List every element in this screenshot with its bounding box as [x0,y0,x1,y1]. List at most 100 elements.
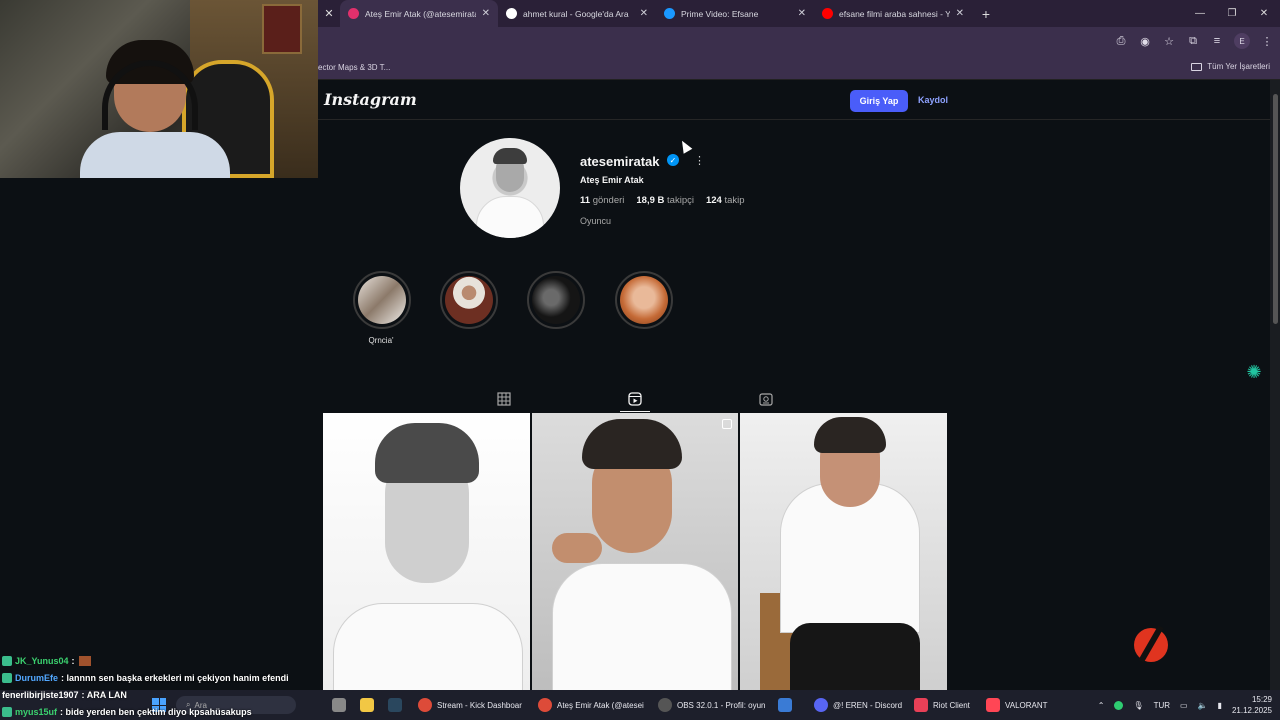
post-thumbnail[interactable] [531,413,739,690]
grid-icon [497,392,511,406]
chat-text: : lannnn sen başka erkekleri mi çekiyon … [61,672,289,683]
prime-video-favicon-icon [664,8,675,19]
story-highlight[interactable] [527,271,585,329]
browser-tab-bar: ✕ Ateş Emir Atak (@atesemiratak) ✕ ahmet… [318,0,1280,27]
close-icon[interactable]: ✕ [640,8,648,19]
login-button[interactable]: Giriş Yap [850,90,908,112]
network-icon[interactable]: ▭ [1180,701,1188,710]
taskbar-app-obs[interactable]: OBS 32.0.1 - Profil: oyun [658,696,766,714]
taskbar-app-valorant[interactable]: VALORANT [986,696,1048,714]
minimize-icon[interactable]: — [1184,0,1216,27]
eye-off-icon[interactable]: ◉ [1138,33,1152,49]
all-bookmarks-button[interactable]: Tüm Yer İşaretleri [1191,62,1270,71]
bookmark-star-icon[interactable]: ☆ [1162,33,1176,49]
bookmarks-bar: ector Maps & 3D T... Tüm Yer İşaretleri [318,57,1280,80]
tab-tagged[interactable] [751,386,781,412]
ai-assistant-icon[interactable]: ✺ [1244,362,1264,382]
tab-instagram[interactable]: Ateş Emir Atak (@atesemiratak) ✕ [340,0,498,27]
tab-google[interactable]: ahmet kural - Google'da Ara ✕ [498,0,656,27]
close-icon[interactable]: ✕ [318,0,340,27]
multi-post-icon [722,419,733,429]
page-scrollbar[interactable] [1270,80,1280,690]
taskbar-steam[interactable] [388,696,402,714]
menu-icon[interactable]: ⋮ [1260,33,1274,49]
reels-icon [628,391,642,406]
followers-stat[interactable]: 18,9 B takipçi [636,195,694,206]
taskbar-app-label: Riot Client [933,700,970,710]
clock-time: 15:29 [1251,695,1272,704]
close-icon[interactable]: ✕ [482,8,490,19]
story-highlight[interactable] [440,271,498,329]
system-tray: ⌃ 🎙 TUR ▭ 🔈 ▮ 15:29 21.12.2025 [1098,694,1272,716]
riot-icon [914,698,928,712]
taskbar-app-riot[interactable]: Riot Client [914,696,970,714]
tab-title: Ateş Emir Atak (@atesemiratak) [365,8,476,19]
status-dot-icon[interactable] [1114,700,1124,710]
install-app-icon[interactable]: ⎙ [1114,33,1128,49]
instagram-favicon-icon [348,8,359,19]
extensions-icon[interactable]: ⧉ [1186,33,1200,49]
signup-link[interactable]: Kaydol [918,95,948,105]
taskbar-app-label: VALORANT [1005,700,1048,710]
story-highlight[interactable] [615,271,673,329]
taskbar-app-label: Ateş Emir Atak (@atesei [557,700,644,710]
profile-avatar[interactable] [460,138,560,238]
following-stat[interactable]: 124 takip [706,195,745,206]
maximize-icon[interactable]: ❐ [1216,0,1248,27]
taskbar-app-label: @! EREN - Discord [833,700,903,710]
chevron-up-icon[interactable]: ⌃ [1098,701,1105,710]
posts-stat: 11 gönderi [580,195,625,206]
stream-chat-overlay: JK_Yunus04 : DurumEfe : lannnn sen başka… [0,652,320,720]
highlight-label: Qrncia' [368,336,394,345]
profile-stats: 11 gönderi 18,9 B takipçi 124 takip [580,195,745,206]
scroll-thumb[interactable] [1273,94,1278,324]
profile-tabs [323,386,947,412]
discord-icon [814,698,828,712]
profile-avatar[interactable]: E [1234,33,1250,49]
ig-header: Instagram Giriş Yap Kaydol [318,80,1270,120]
battery-icon[interactable]: ▮ [1218,701,1222,710]
microphone-icon[interactable]: 🎙 [1133,701,1143,710]
chat-message: DurumEfe : lannnn sen başka erkekleri mi… [0,669,320,686]
chat-username: JK_Yunus04 [15,655,69,666]
language-indicator[interactable]: TUR [1154,701,1170,710]
taskbar-app-label: OBS 32.0.1 - Profil: oyun [677,700,766,710]
taskbar-app-instagram[interactable]: Ateş Emir Atak (@atesei [538,696,644,714]
post-thumbnail[interactable] [740,413,948,690]
taskbar-app-discord[interactable]: @! EREN - Discord [814,696,902,714]
clock[interactable]: 15:29 21.12.2025 [1232,694,1272,716]
taskbar-file-explorer[interactable] [332,696,346,714]
verified-badge-icon: ✓ [667,154,679,166]
media-control-icon[interactable]: ≡ [1210,33,1224,49]
folder-icon [360,698,374,712]
chrome-icon [538,698,552,712]
tab-posts[interactable] [489,386,519,412]
steam-icon [388,698,402,712]
chrome-icon [418,698,432,712]
stream-logo-badge [1134,628,1168,662]
webcam-overlay [0,0,318,178]
chat-message: JK_Yunus04 : [0,652,320,669]
taskbar-folder[interactable] [360,696,374,714]
chat-badge-icon [2,672,12,683]
close-icon[interactable]: ✕ [798,8,806,19]
more-options-icon[interactable]: ⋮ [694,154,705,167]
valorant-icon [986,698,1000,712]
taskbar-app-vpn[interactable] [778,696,792,714]
story-highlight[interactable] [353,271,411,329]
profile-bio: Oyuncu [580,216,612,226]
close-window-icon[interactable]: ✕ [1248,0,1280,27]
chat-message: myus15uf : bide yerden ben çektim diyo k… [0,703,320,720]
all-bookmarks-label: Tüm Yer İşaretleri [1207,62,1270,71]
post-thumbnail[interactable] [323,413,530,690]
tab-prime-video[interactable]: Prime Video: Efsane ✕ [656,0,814,27]
new-tab-button[interactable]: + [972,0,1000,27]
tab-reels[interactable] [620,386,650,412]
chat-message: fenerlibirjiste1907 : ARA LAN [0,686,320,703]
tab-youtube[interactable]: efsane filmi araba sahnesi - You ✕ [814,0,972,27]
bookmark-item[interactable]: ector Maps & 3D T... [318,63,390,72]
volume-icon[interactable]: 🔈 [1198,701,1208,710]
instagram-logo[interactable]: Instagram [324,90,417,109]
close-icon[interactable]: ✕ [956,8,964,19]
taskbar-app-kick[interactable]: Stream - Kick Dashboar [418,696,522,714]
